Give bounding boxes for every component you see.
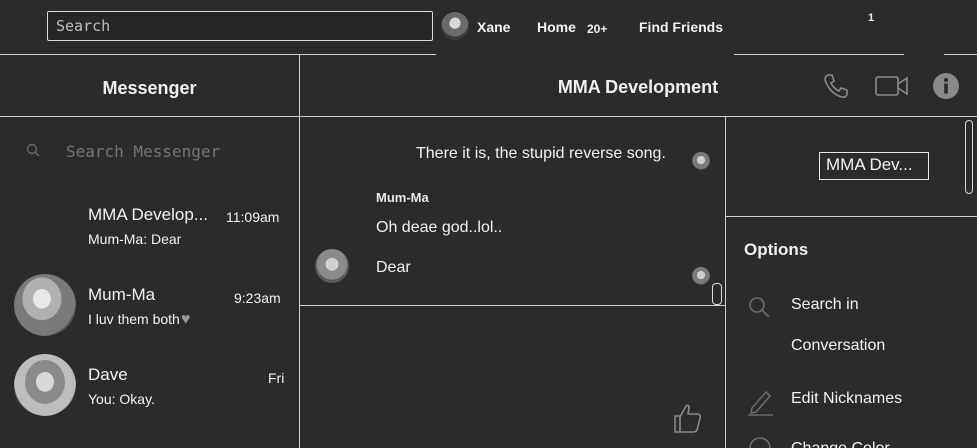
option-edit-nicknames[interactable]: Edit Nicknames: [744, 384, 969, 416]
pencil-icon: [748, 390, 773, 416]
message-incoming-1: Oh deae god..lol..: [376, 219, 503, 236]
read-receipt-avatar: [692, 267, 710, 285]
home-count-badge: 20+: [587, 22, 608, 36]
message-sender: Mum-Ma: [376, 190, 429, 205]
conversation-item-mma-development[interactable]: MMA Develop... 11:09am Mum-Ma: Dear: [0, 196, 299, 258]
user-avatar[interactable]: [441, 12, 469, 40]
global-search-input[interactable]: [48, 12, 432, 40]
topbar-divider-right: [734, 54, 904, 55]
topbar-divider-far-right: [944, 54, 977, 55]
global-search-field[interactable]: [47, 11, 433, 41]
messenger-title: Messenger: [102, 78, 197, 98]
header-divider: [0, 116, 977, 117]
conversation-item-mum-ma[interactable]: Mum-Ma 9:23am I luv them both♥: [0, 272, 299, 340]
like-icon[interactable]: [672, 402, 702, 434]
search-icon: [749, 297, 770, 318]
conversation-name: Dave: [88, 365, 128, 384]
conversation-snippet-row: I luv them both♥: [88, 311, 190, 329]
conversation-item-dave[interactable]: Dave Fri You: Okay.: [0, 352, 299, 420]
conversation-snippet: I luv them both: [88, 311, 180, 327]
phone-icon[interactable]: [822, 72, 850, 100]
conversation-name: Mum-Ma: [88, 285, 156, 304]
conversation-name-field[interactable]: MMA Dev...: [819, 152, 929, 180]
conversation-time: 9:23am: [234, 290, 281, 306]
details-name-divider: [726, 216, 977, 217]
chat-scrollbar-thumb[interactable]: [712, 283, 722, 305]
composer-divider: [300, 305, 725, 306]
message-incoming-2: Dear: [376, 259, 411, 276]
messenger-search-input[interactable]: [64, 138, 288, 164]
read-receipt-avatar: [692, 152, 710, 170]
heart-icon: ♥: [180, 311, 191, 328]
topbar-divider-left: [0, 54, 436, 55]
option-label: Search in: [791, 296, 859, 313]
user-name-link[interactable]: Xane: [477, 19, 510, 35]
option-label: Change Color: [791, 440, 890, 448]
details-divider: [725, 117, 726, 448]
conversation-snippet: You: Okay.: [88, 391, 155, 407]
video-icon[interactable]: [875, 75, 909, 97]
message-outgoing-1: There it is, the stupid reverse song.: [416, 145, 666, 162]
info-icon[interactable]: [932, 72, 960, 100]
avatar: [14, 354, 76, 416]
conversation-snippet: Mum-Ma: Dear: [88, 231, 182, 247]
conversation-time: Fri: [268, 370, 285, 386]
option-change-color[interactable]: Change Color: [744, 434, 969, 448]
option-label-line2: Conversation: [791, 337, 886, 354]
details-scrollbar-thumb[interactable]: [965, 120, 973, 194]
option-label: Edit Nicknames: [791, 390, 903, 407]
sidebar-divider: [299, 55, 300, 448]
option-search-in-conversation[interactable]: Search in Conversation: [744, 290, 969, 360]
conversation-time: 11:09am: [226, 209, 280, 225]
conversation-title: MMA Development: [557, 77, 719, 97]
conversation-name: MMA Develop...: [88, 205, 208, 224]
find-friends-link[interactable]: Find Friends: [639, 19, 723, 35]
avatar: [14, 274, 76, 336]
color-icon: [749, 437, 771, 448]
home-link[interactable]: Home: [537, 19, 576, 35]
notification-count-badge[interactable]: 1: [868, 12, 874, 24]
sender-avatar: [315, 249, 349, 283]
options-heading: Options: [744, 240, 809, 259]
search-icon: [26, 143, 40, 157]
